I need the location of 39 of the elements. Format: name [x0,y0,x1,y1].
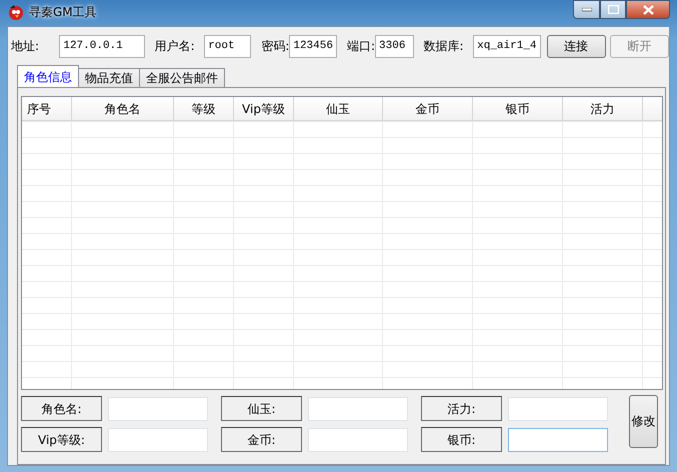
input-field[interactable] [508,428,608,452]
field-label: 银币: [421,427,502,452]
window-title: 寻秦GM工具 [29,4,97,20]
app-icon [7,2,25,20]
field-label: 仙玉: [221,396,302,421]
field-label: 用户名: [154,38,196,55]
column-header[interactable]: 银币 [473,97,563,120]
connect-button[interactable]: 连接 [546,34,606,58]
input-field[interactable]: 127.0.0.1 [59,34,145,58]
minimize-icon [582,8,592,12]
field-label: 角色名: [21,396,102,421]
maximize-icon [608,5,618,14]
maximize-button[interactable] [600,0,626,19]
field-label: 金币: [221,427,302,452]
input-field[interactable]: xq_air1_4 [473,34,541,58]
close-icon [642,4,654,14]
field-label: 活力: [421,396,502,421]
field-label: 端口: [346,38,376,55]
column-header[interactable]: 角色名 [72,97,174,120]
tab[interactable]: 角色信息 [17,65,79,87]
modify-button[interactable]: 修改 [629,394,658,448]
field-label: 数据库: [424,38,465,55]
column-header[interactable]: Vip等级 [234,97,294,120]
column-header[interactable]: 活力 [563,97,643,120]
column-header[interactable]: 序号 [22,97,72,120]
field-label: 密码: [261,38,290,55]
data-grid[interactable]: 序号 角色名 等级 Vip等级 仙玉 金币 银币 活力 [21,96,663,390]
column-header[interactable]: 金币 [383,97,473,120]
close-button[interactable] [626,0,670,19]
input-field[interactable]: 3306 [375,34,414,58]
column-header[interactable]: 等级 [174,97,234,120]
input-field[interactable]: root [204,34,252,58]
minimize-button[interactable] [573,0,600,19]
tab[interactable]: 物品充值 [78,68,140,87]
field-label: 地址: [11,38,40,55]
input-field[interactable]: 123456 [289,34,337,58]
field-label: Vip等级: [21,427,102,452]
tab[interactable]: 全服公告邮件 [139,68,225,87]
column-header[interactable]: 仙玉 [294,97,383,120]
